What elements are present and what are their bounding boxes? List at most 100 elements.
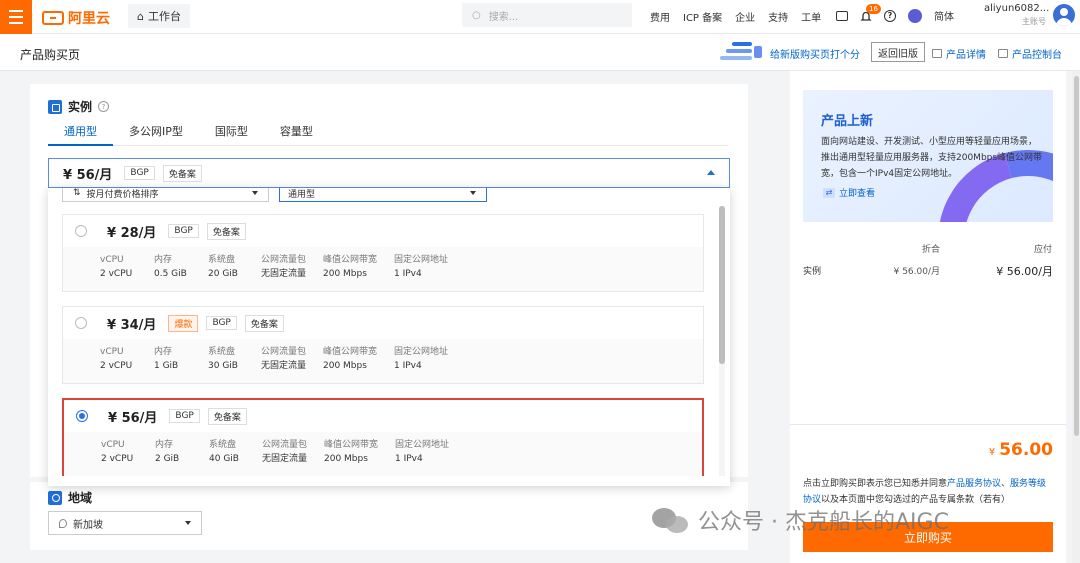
spec-value: 无固定流量 (261, 361, 307, 371)
plan-specs: vCPU 2 vCPU 内存 0.5 GiB 系统盘 20 GiB 公网流量包 无固定流… (63, 247, 703, 291)
product-console-link[interactable]: 产品控制台 (998, 46, 1062, 61)
document-icon (932, 49, 942, 58)
spec-label: 固定公网地址 (395, 440, 450, 450)
tab-international[interactable]: 国际型 (199, 124, 264, 146)
service-agreement-link[interactable]: 产品服务协议 (947, 479, 1001, 489)
page-scrollbar[interactable] (1074, 76, 1079, 436)
location-icon (59, 518, 67, 528)
notification-badge: 16 (866, 3, 881, 14)
sort-label: 按月付费价格排序 (86, 189, 159, 200)
spec-label: 系统盘 (208, 255, 236, 265)
type-label: 通用型 (288, 189, 316, 200)
spec-label: 系统盘 (209, 440, 237, 450)
watermark: 公众号 · 杰克船长的AIGC (652, 504, 949, 536)
spec-label: 内存 (154, 347, 173, 357)
spec-value: 2 vCPU (100, 361, 133, 371)
survey-illustration-icon (716, 40, 764, 66)
region-section-title: 地域 (68, 491, 93, 505)
product-detail-link[interactable]: 产品详情 (932, 46, 986, 61)
region-select[interactable]: 新加坡 (48, 511, 202, 535)
hamburger-menu-icon[interactable] (0, 0, 32, 34)
plan-radio[interactable] (75, 317, 87, 329)
spec-value: 200 Mbps (324, 454, 368, 464)
survey-link[interactable]: 给新版购买页打个分 (770, 46, 860, 61)
nav-ticket[interactable]: 工单 (801, 9, 821, 24)
spec-label: 内存 (154, 255, 173, 265)
page-header: 产品购买页 给新版购买页打个分 返回旧版 产品详情 产品控制台 (0, 34, 1080, 71)
agree-separator: 、 (1001, 479, 1011, 489)
instance-section-header: 实例 ? (48, 98, 110, 115)
plan-option-selected[interactable]: ¥ 56/月 BGP 免备案 vCPU 2 vCPU 内存 2 GiB 系统盘 40 … (62, 398, 704, 476)
account-role: 主账号 (1022, 17, 1046, 26)
spec-label: 峰值公网带宽 (324, 440, 379, 450)
search-icon: ○ (472, 9, 481, 21)
workspace-button[interactable]: ⌂ 工作台 (128, 4, 190, 28)
watermark-text: 公众号 · 杰克船长的AIGC (698, 510, 949, 535)
spec-value: 2 vCPU (100, 269, 133, 279)
promo-link-label: 立即查看 (839, 189, 876, 199)
tab-multi-ip[interactable]: 多公网IP型 (113, 124, 199, 146)
workspace-label: 工作台 (147, 10, 181, 23)
spec-value: 40 GiB (209, 454, 239, 464)
chevron-down-icon (470, 191, 476, 195)
avatar[interactable] (1053, 4, 1075, 26)
back-to-old-version-button[interactable]: 返回旧版 (871, 42, 925, 62)
promo-banner[interactable]: 产品上新 面向网站建设、开发测试、小型应用等轻量应用场景，推出通用型轻量应用服务… (803, 90, 1053, 222)
currency-symbol: ¥ (988, 447, 996, 458)
tag-bgp: BGP (124, 166, 155, 180)
type-select[interactable]: 通用型 (279, 188, 487, 202)
tab-general[interactable]: 通用型 (48, 124, 113, 146)
wechat-icon (652, 506, 690, 534)
plan-radio[interactable] (75, 225, 87, 237)
spec-label: 公网流量包 (261, 255, 307, 265)
spec-value: 2 GiB (155, 454, 180, 464)
logo-mark-icon (42, 11, 64, 25)
tag-hot: 爆款 (168, 314, 199, 332)
sort-icon: ⇅ (73, 188, 81, 198)
promo-view-link[interactable]: ⇄ 立即查看 (823, 186, 875, 199)
nav-fee[interactable]: 费用 (650, 9, 670, 24)
plan-option[interactable]: ¥ 28/月 BGP 免备案 vCPU 2 vCPU 内存 0.5 GiB 系统盘 2… (62, 214, 704, 292)
chevron-down-icon (185, 521, 191, 525)
caret-up-icon[interactable] (707, 170, 715, 175)
survey-entry[interactable]: 给新版购买页打个分 (716, 40, 860, 66)
plan-option[interactable]: ¥ 34/月 爆款 BGP 免备案 vCPU 2 vCPU 内存 1 GiB 系统盘… (62, 306, 704, 384)
help-icon[interactable]: ? (884, 9, 896, 22)
plan-price: ¥ 28/月 (107, 225, 157, 241)
logo-text: 阿里云 (68, 11, 110, 27)
location-pin-icon (48, 490, 62, 505)
tab-capacity[interactable]: 容量型 (264, 124, 329, 146)
promo-text: 面向网站建设、开发测试、小型应用等轻量应用场景，推出通用型轻量应用服务器，支持2… (821, 137, 1043, 179)
divider (790, 424, 1066, 425)
total-amount: 56.00 (999, 440, 1053, 460)
tag-no-filing: 免备案 (206, 222, 246, 240)
search-input[interactable]: ○ 搜索... (462, 3, 632, 27)
spec-label: 公网流量包 (261, 347, 307, 357)
sort-select[interactable]: ⇅ 按月付费价格排序 (62, 188, 269, 202)
terminal-icon[interactable] (836, 10, 848, 21)
col-discount: 折合 (922, 245, 941, 255)
spec-label: 公网流量包 (262, 440, 308, 450)
nav-support[interactable]: 支持 (768, 9, 788, 24)
spec-value: 1 GiB (154, 361, 179, 371)
row-payable: ¥ 56.00/月 (996, 265, 1053, 278)
selected-plan-price: ¥ 56/月 (63, 167, 113, 183)
question-circle-icon[interactable]: ? (98, 101, 110, 112)
bell-icon[interactable]: 16 (860, 3, 881, 22)
tag-no-filing: 免备案 (162, 164, 202, 182)
language-switch[interactable]: 简体 (934, 8, 954, 23)
spec-value: 200 Mbps (323, 269, 367, 279)
instance-plan-select[interactable]: ¥ 56/月 BGP 免备案 (48, 158, 730, 188)
row-label: 实例 (803, 267, 822, 277)
nav-icp[interactable]: ICP 备案 (683, 9, 722, 24)
spec-label: vCPU (100, 255, 124, 265)
aliyun-logo[interactable]: 阿里云 (42, 8, 110, 28)
top-nav-links: 费用 ICP 备案 企业 支持 工单 (650, 9, 821, 24)
dropdown-scrollbar[interactable] (719, 206, 725, 364)
nav-enterprise[interactable]: 企业 (735, 9, 755, 24)
account-info[interactable]: aliyun6082... 主账号 (984, 3, 1049, 27)
product-console-label: 产品控制台 (1012, 50, 1062, 61)
ai-assistant-icon[interactable] (908, 8, 922, 23)
plan-radio-checked[interactable] (76, 410, 88, 422)
spec-value: 无固定流量 (262, 454, 308, 464)
